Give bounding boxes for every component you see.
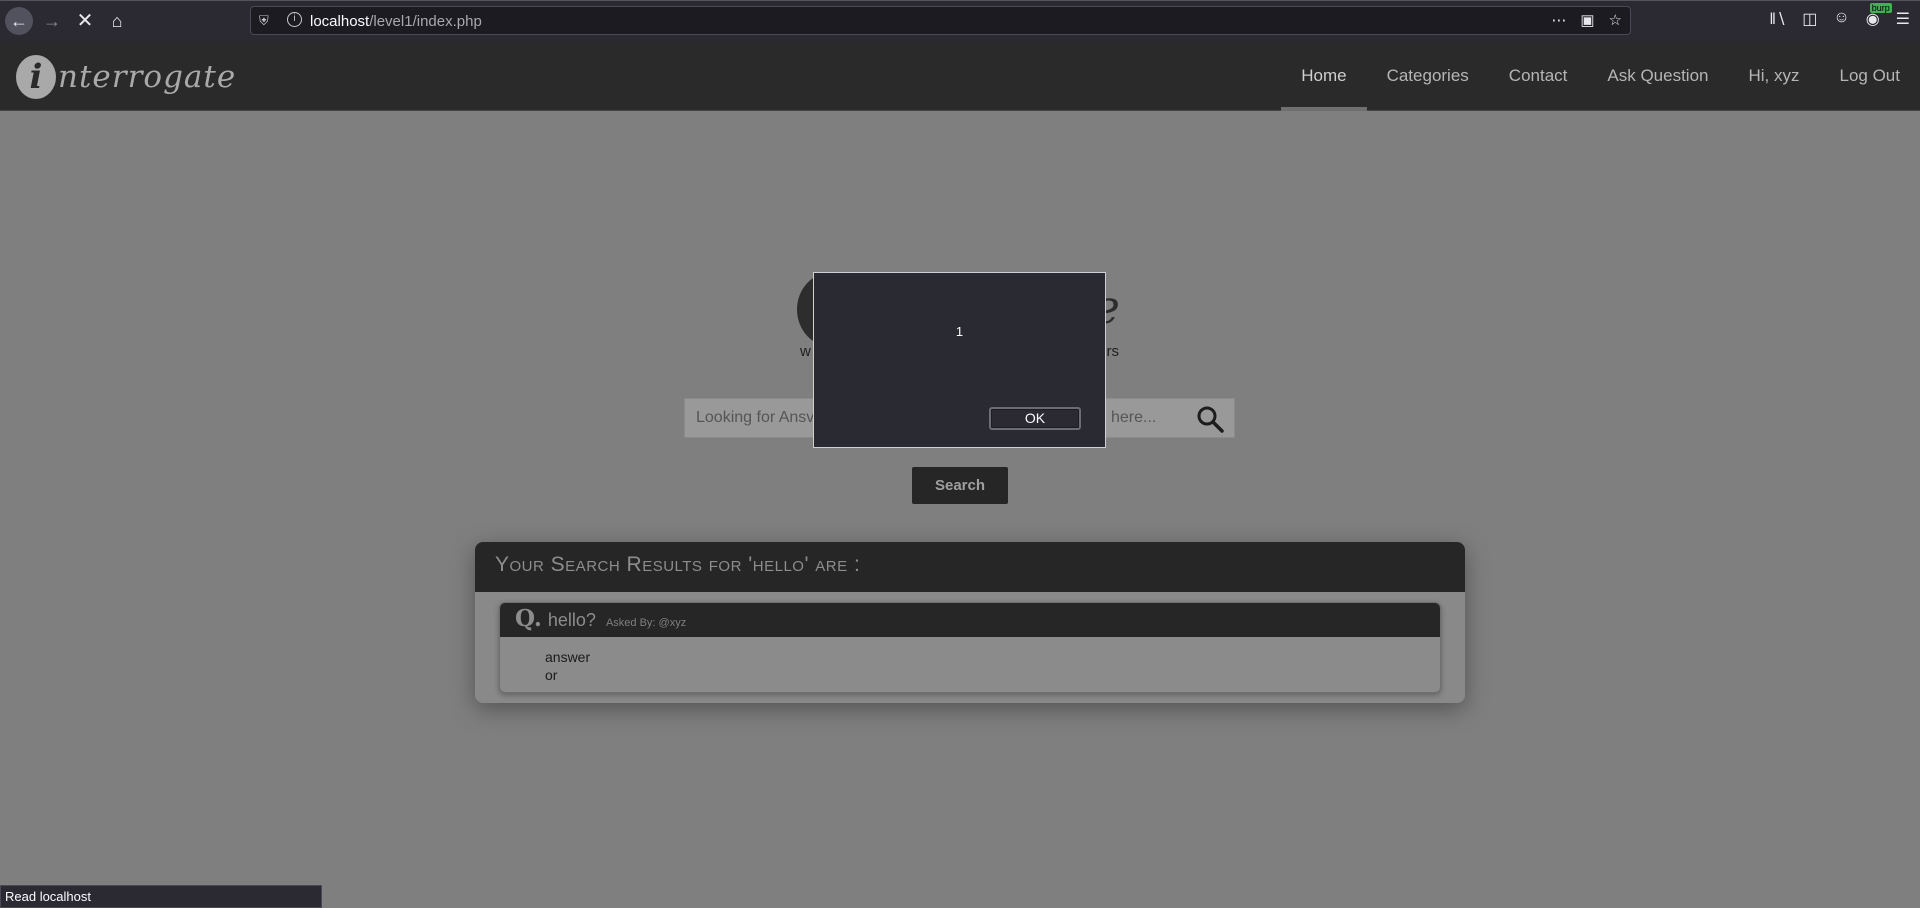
nav-categories[interactable]: Categories <box>1367 41 1489 111</box>
main-nav: Home Categories Contact Ask Question Hi,… <box>1281 41 1920 111</box>
burp-badge: burp <box>1869 3 1892 13</box>
nav-user-greeting[interactable]: Hi, xyz <box>1729 41 1820 111</box>
stop-loading-icon[interactable]: ✕ <box>71 7 99 35</box>
back-arrow-icon[interactable]: ← <box>5 7 33 35</box>
url-text[interactable]: localhost/level1/index.php <box>310 13 482 30</box>
pocket-icon[interactable]: ▣ <box>1580 11 1594 29</box>
address-bar-actions: ⋯ ▣ ☆ <box>1551 11 1622 29</box>
home-icon[interactable]: ⌂ <box>103 7 131 35</box>
app-menu-icon[interactable]: ☰ <box>1896 9 1910 33</box>
alert-message: 1 <box>955 324 964 339</box>
nav-home[interactable]: Home <box>1281 41 1367 111</box>
site-logo[interactable]: i nterrogate <box>16 53 236 101</box>
site-header: i nterrogate Home Categories Contact Ask… <box>0 41 1920 111</box>
nav-contact[interactable]: Contact <box>1489 41 1588 111</box>
sidebar-icon[interactable]: ◫ <box>1802 9 1817 33</box>
url-path: /level1/index.php <box>369 13 482 30</box>
browser-toolbar: ← → ✕ ⌂ ⛨ i localhost/level1/index.php ⋯… <box>0 0 1920 41</box>
logo-text: nterrogate <box>58 59 237 95</box>
bookmark-star-icon[interactable]: ☆ <box>1609 11 1622 29</box>
nav-log-out[interactable]: Log Out <box>1820 41 1920 111</box>
tab-strip-edge <box>0 0 1920 1</box>
burp-extension-icon[interactable]: ◉ burp <box>1866 3 1892 33</box>
url-host: localhost <box>310 13 370 30</box>
account-icon[interactable]: ☺ <box>1833 9 1849 33</box>
alert-dialog: 1 OK <box>813 272 1106 448</box>
forward-arrow-icon[interactable]: → <box>38 7 66 35</box>
alert-ok-button[interactable]: OK <box>989 407 1081 430</box>
library-icon[interactable]: ‖∖ <box>1769 9 1786 33</box>
page-actions-icon[interactable]: ⋯ <box>1551 11 1566 29</box>
browser-extensions: ‖∖ ◫ ☺ ◉ burp ☰ <box>1769 3 1920 33</box>
nav-ask-question[interactable]: Ask Question <box>1587 41 1728 111</box>
logo-initial: i <box>16 55 56 99</box>
tracking-shield-icon[interactable]: ⛨ <box>259 13 269 29</box>
address-bar[interactable]: ⛨ i localhost/level1/index.php ⋯ ▣ ☆ <box>250 6 1631 35</box>
modal-backdrop <box>0 111 1920 908</box>
status-bar: Read localhost <box>0 885 322 908</box>
site-info-icon[interactable]: i <box>287 12 302 27</box>
